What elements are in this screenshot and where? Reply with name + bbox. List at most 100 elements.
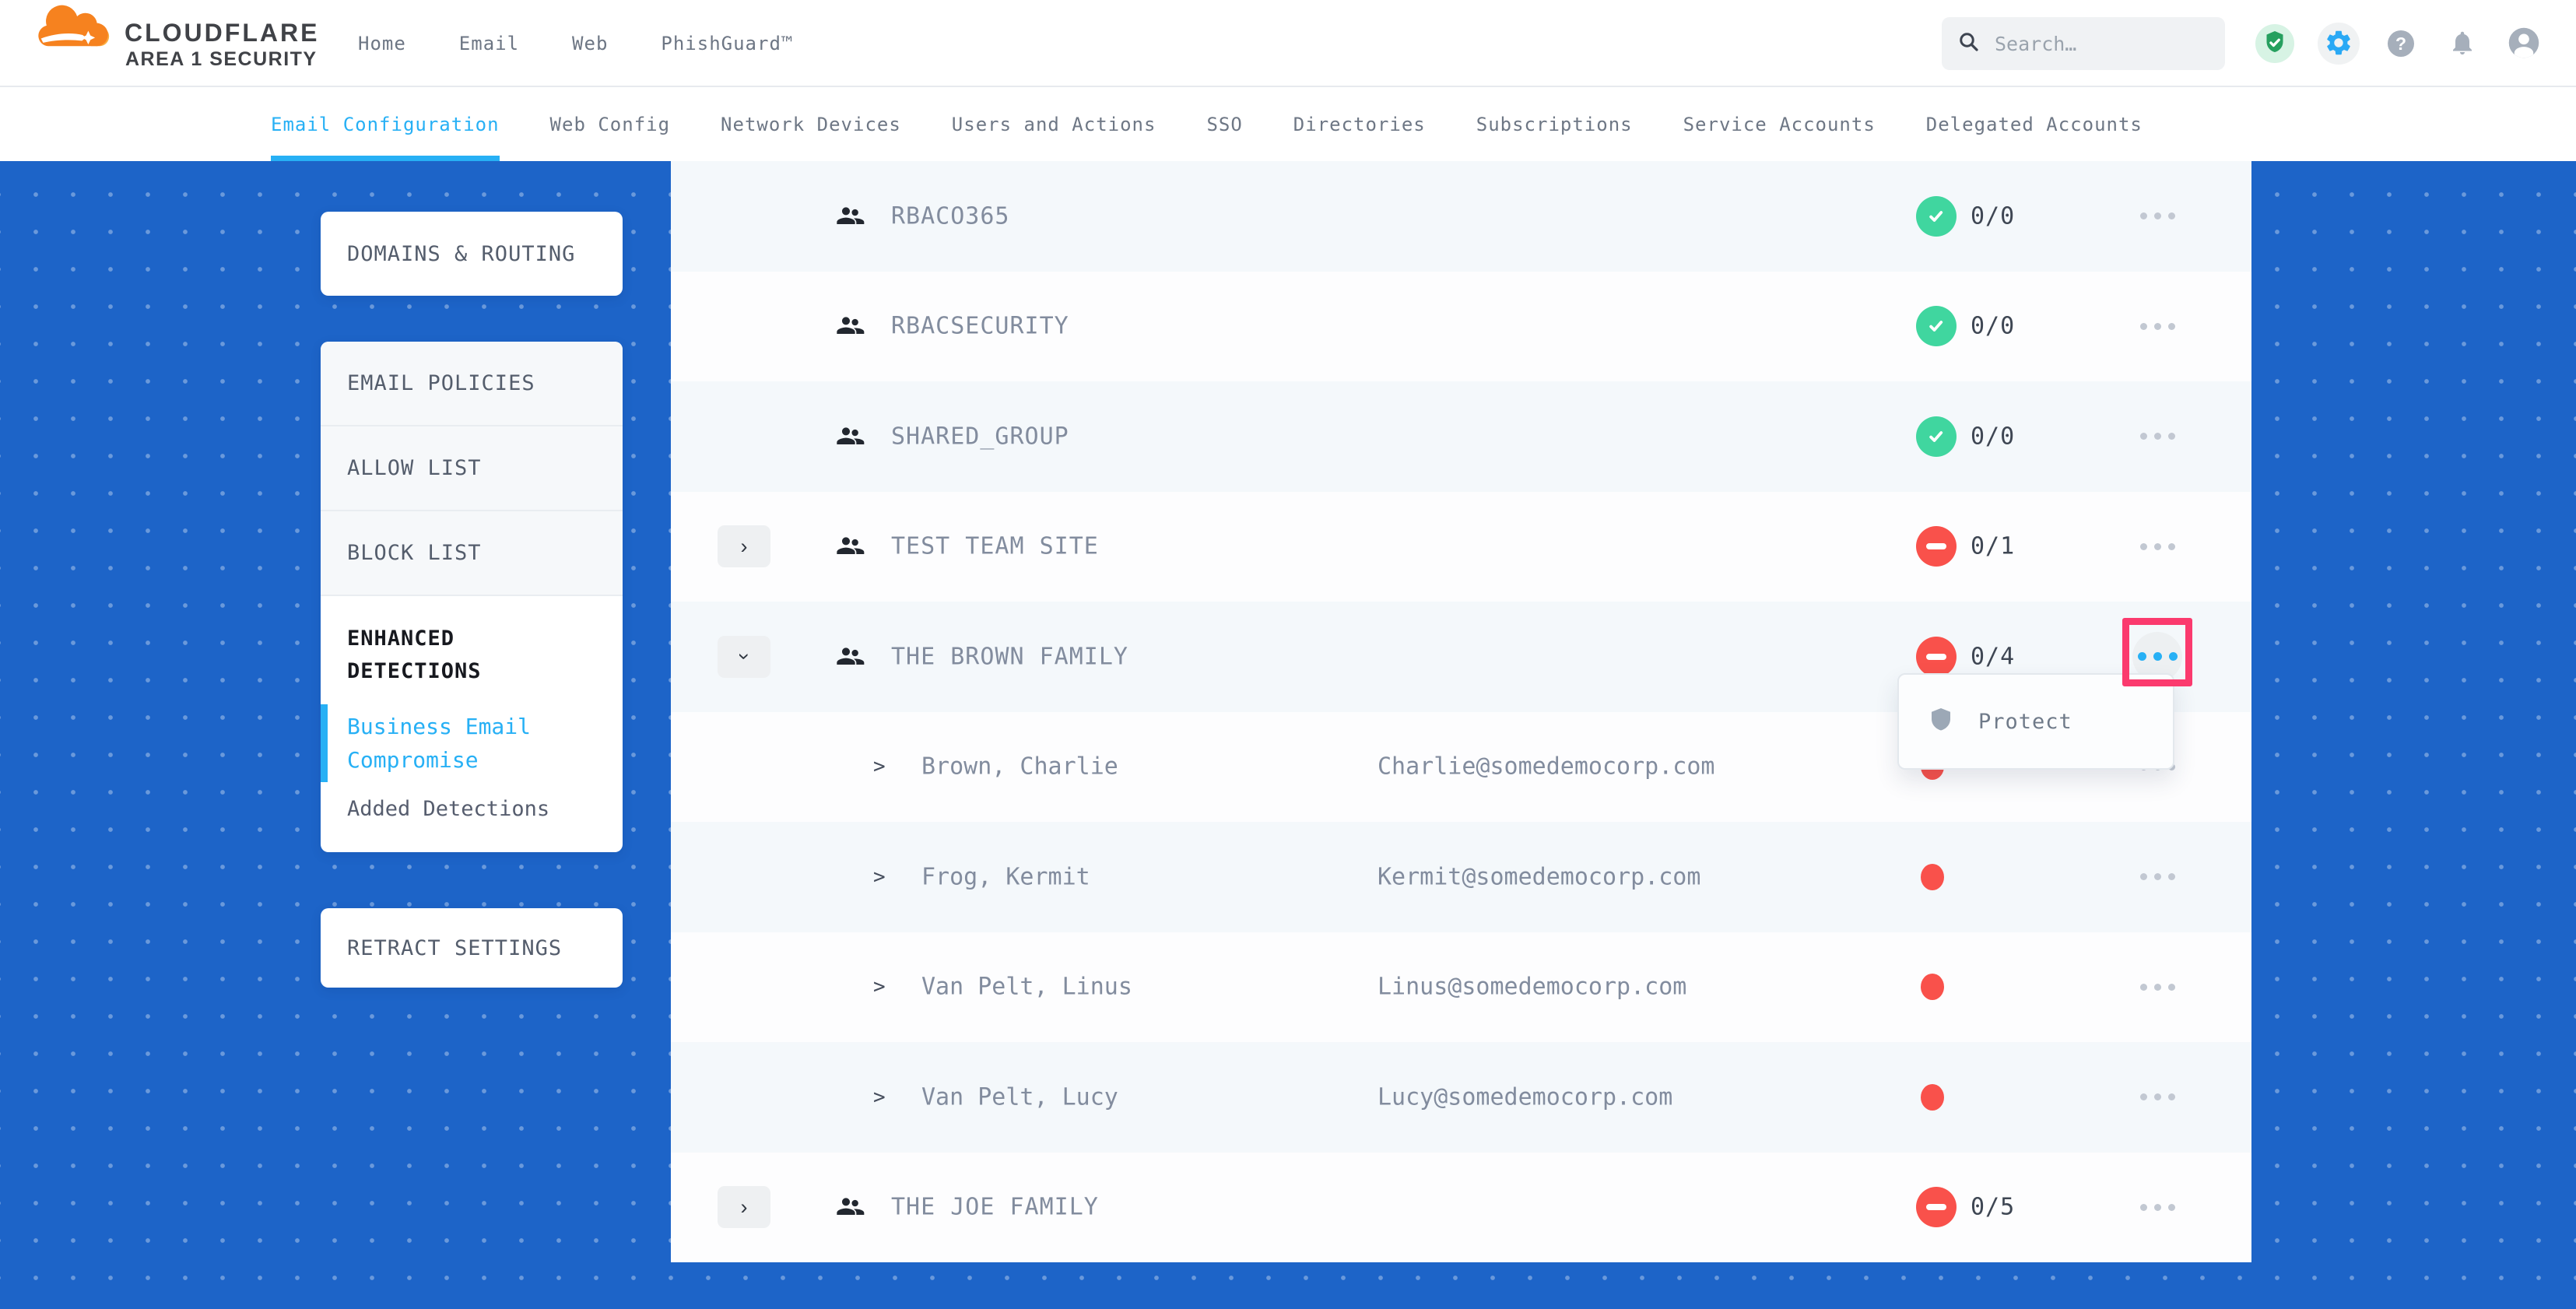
dots-menu-icon bbox=[2140, 1093, 2147, 1100]
search-input[interactable] bbox=[1993, 32, 2209, 56]
sidebar-item-label: EMAIL POLICIES bbox=[347, 371, 535, 395]
tab-sso[interactable]: SSO bbox=[1206, 87, 1242, 161]
member-name: Frog, Kermit bbox=[921, 863, 1090, 890]
dots-menu-icon bbox=[2140, 543, 2147, 550]
tab-users-and-actions[interactable]: Users and Actions bbox=[952, 87, 1156, 161]
nav-link-web[interactable]: Web bbox=[572, 33, 608, 54]
dots-menu-icon bbox=[2168, 873, 2175, 880]
account-button[interactable] bbox=[2508, 26, 2540, 61]
dots-menu-icon bbox=[2168, 543, 2175, 550]
row-menu-button[interactable] bbox=[2132, 191, 2182, 241]
status-ok-icon bbox=[1916, 306, 1957, 346]
section-tabs: Email Configuration Web Config Network D… bbox=[0, 87, 2576, 161]
dots-menu-icon bbox=[2168, 212, 2175, 219]
sidebar-item-block-list[interactable]: BLOCK LIST bbox=[321, 511, 623, 596]
member-name: Van Pelt, Lucy bbox=[921, 1083, 1118, 1111]
status-dot bbox=[1921, 1084, 1944, 1111]
cloudflare-logo-icon bbox=[33, 5, 123, 53]
row-context-menu: Protect bbox=[1897, 673, 2174, 770]
member-row: >Frog, KermitKermit@somedemocorp.com bbox=[671, 822, 2251, 932]
row-menu-button[interactable] bbox=[2132, 962, 2182, 1012]
minus-icon bbox=[1926, 543, 1946, 549]
sidebar-item-enhanced-detections[interactable]: ENHANCED DETECTIONS bbox=[347, 623, 601, 688]
dots-menu-icon bbox=[2154, 212, 2161, 219]
tab-directories[interactable]: Directories bbox=[1293, 87, 1426, 161]
brand-title: CLOUDFLARE bbox=[125, 19, 319, 47]
tab-email-configuration[interactable]: Email Configuration bbox=[271, 87, 500, 161]
sidebar-item-retract-settings[interactable]: RETRACT SETTINGS bbox=[321, 908, 623, 988]
tab-service-accounts[interactable]: Service Accounts bbox=[1683, 87, 1876, 161]
sidebar-item-label: BLOCK LIST bbox=[347, 541, 482, 565]
dots-menu-icon bbox=[2154, 873, 2161, 880]
row-menu-button[interactable] bbox=[2132, 301, 2182, 351]
notifications-button[interactable] bbox=[2448, 29, 2476, 59]
dots-menu-icon bbox=[2140, 323, 2147, 330]
dots-menu-icon bbox=[2153, 652, 2162, 661]
tab-subscriptions[interactable]: Subscriptions bbox=[1476, 87, 1633, 161]
protected-count: 0/0 bbox=[1971, 313, 2015, 340]
status-dot bbox=[1921, 864, 1944, 890]
row-menu-button[interactable] bbox=[2132, 852, 2182, 902]
dots-menu-icon bbox=[2140, 873, 2147, 880]
group-name: SHARED_GROUP bbox=[891, 423, 1069, 450]
group-row: RBACSECURITY 0/0 bbox=[671, 272, 2251, 382]
security-status-button[interactable] bbox=[2255, 24, 2294, 63]
chevron-right-icon: > bbox=[873, 975, 886, 998]
dots-menu-icon bbox=[2154, 984, 2161, 991]
search-box[interactable] bbox=[1942, 17, 2225, 70]
dots-menu-icon bbox=[2154, 433, 2161, 440]
status-ok-icon bbox=[1916, 196, 1957, 237]
sidebar-item-allow-list[interactable]: ALLOW LIST bbox=[321, 426, 623, 511]
dots-menu-icon bbox=[2140, 433, 2147, 440]
primary-nav: Home Email Web PhishGuard™ bbox=[358, 0, 793, 87]
group-icon bbox=[834, 641, 865, 672]
sidebar-item-business-email-compromise[interactable]: Business Email Compromise bbox=[347, 710, 601, 777]
header-icon-group: ? bbox=[2255, 0, 2540, 87]
nav-link-phishguard[interactable]: PhishGuard™ bbox=[661, 33, 793, 54]
status-blocked-icon bbox=[1916, 637, 1957, 677]
tab-web-config[interactable]: Web Config bbox=[550, 87, 671, 161]
dots-menu-icon bbox=[2168, 1093, 2175, 1100]
settings-button[interactable] bbox=[2318, 23, 2360, 65]
protected-count: 0/1 bbox=[1971, 533, 2015, 560]
dots-menu-icon bbox=[2168, 323, 2175, 330]
row-menu-button[interactable] bbox=[2132, 1182, 2182, 1232]
row-menu-button[interactable] bbox=[2132, 521, 2182, 571]
help-button[interactable]: ? bbox=[2388, 30, 2414, 57]
member-name: Brown, Charlie bbox=[921, 753, 1118, 781]
member-email: Linus@somedemocorp.com bbox=[1377, 974, 1686, 1001]
tab-network-devices[interactable]: Network Devices bbox=[721, 87, 901, 161]
context-menu-item-protect[interactable]: Protect bbox=[1978, 710, 2072, 734]
group-row: ›TEST TEAM SITE0/1 bbox=[671, 492, 2251, 602]
brand-subtitle: AREA 1 SECURITY bbox=[125, 48, 318, 71]
app-window: CLOUDFLARE AREA 1 SECURITY Home Email We… bbox=[0, 0, 2576, 1309]
sidebar-section-enhanced-detections: ENHANCED DETECTIONS Business Email Compr… bbox=[321, 596, 623, 821]
group-row: SHARED_GROUP 0/0 bbox=[671, 381, 2251, 492]
nav-link-email[interactable]: Email bbox=[459, 33, 519, 54]
row-menu-button[interactable] bbox=[2132, 1072, 2182, 1122]
nav-link-home[interactable]: Home bbox=[358, 33, 406, 54]
group-row: ›THE JOE FAMILY0/5 bbox=[671, 1153, 2251, 1263]
group-name: RBACSECURITY bbox=[891, 313, 1069, 340]
tab-delegated-accounts[interactable]: Delegated Accounts bbox=[1926, 87, 2143, 161]
row-menu-button[interactable] bbox=[2132, 412, 2182, 461]
status-blocked-icon bbox=[1916, 526, 1957, 567]
dots-menu-icon bbox=[2140, 1204, 2147, 1211]
dots-menu-icon bbox=[2154, 1204, 2161, 1211]
expand-toggle-button[interactable]: › bbox=[718, 636, 770, 678]
sidebar-item-email-policies[interactable]: EMAIL POLICIES bbox=[321, 342, 623, 426]
expand-toggle-button[interactable]: › bbox=[718, 525, 770, 567]
search-icon bbox=[1957, 30, 1981, 57]
chevron-right-icon: > bbox=[873, 1086, 886, 1109]
sidebar-item-added-detections[interactable]: Added Detections bbox=[347, 797, 601, 821]
dots-menu-icon bbox=[2154, 543, 2161, 550]
sidebar-item-domains-routing[interactable]: DOMAINS & ROUTING bbox=[321, 212, 623, 296]
dots-menu-icon bbox=[2168, 1204, 2175, 1211]
group-icon bbox=[834, 201, 865, 232]
expand-toggle-button[interactable]: › bbox=[718, 1186, 770, 1228]
member-email: Lucy@somedemocorp.com bbox=[1377, 1083, 1672, 1111]
protected-count: 0/0 bbox=[1971, 423, 2015, 450]
status-blocked-icon bbox=[1916, 1187, 1957, 1227]
shield-icon bbox=[1927, 706, 1955, 737]
top-header: CLOUDFLARE AREA 1 SECURITY Home Email We… bbox=[0, 0, 2576, 87]
